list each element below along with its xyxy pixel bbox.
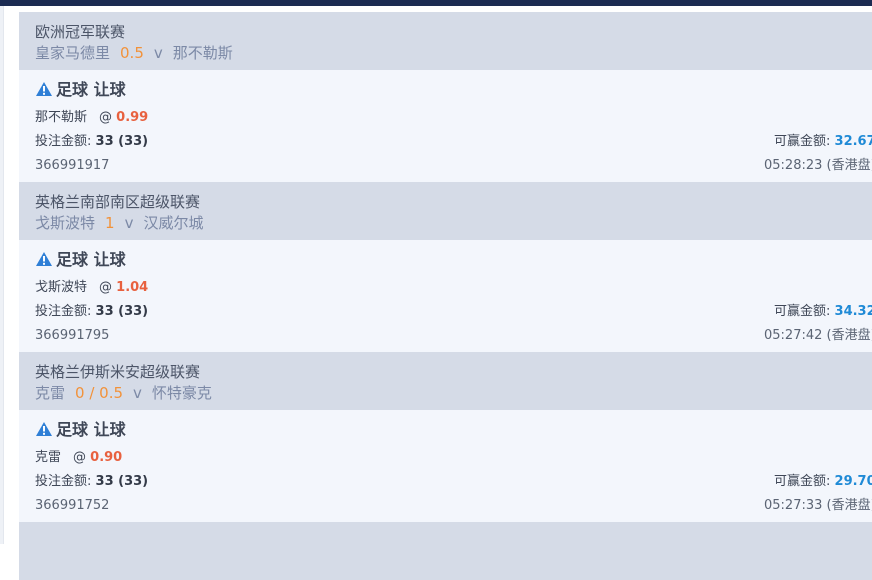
match-line: 戈斯波特 1 v 汉威尔城	[35, 212, 872, 234]
stake-line: 投注金额: 33 (33)	[35, 304, 148, 320]
stake-value: 33 (33)	[95, 134, 149, 149]
home-team: 皇家马德里	[35, 44, 111, 62]
warning-triangle-icon	[35, 81, 53, 97]
league-name: 英格兰南部南区超级联赛	[35, 193, 201, 211]
bet-id: 366991795	[35, 328, 110, 343]
home-team: 戈斯波特	[35, 214, 96, 232]
bet-id: 366991917	[35, 158, 110, 173]
versus-label: v	[153, 44, 163, 62]
bet-time: 05:28:23 (香港盘)	[764, 158, 872, 173]
handicap-value: 0.5	[120, 44, 144, 62]
selection-team: 克雷	[35, 450, 62, 465]
odds-value: 1.04	[116, 280, 149, 295]
handicap-value: 0 / 0.5	[75, 384, 124, 402]
stake-label: 投注金额:	[35, 304, 92, 319]
win-label: 可赢金额:	[774, 474, 831, 489]
bet-id: 366991752	[35, 498, 110, 513]
league-header: 英格兰伊斯米安超级联赛 克雷 0 / 0.5 v 怀特豪克	[19, 352, 872, 410]
league-name: 欧洲冠军联赛	[35, 23, 126, 41]
warning-triangle-icon	[35, 421, 53, 437]
market-title: 足球 让球	[35, 80, 126, 100]
win-label: 可赢金额:	[774, 134, 831, 149]
versus-label: v	[124, 214, 134, 232]
win-amount: 32.67	[834, 134, 872, 149]
versus-label: v	[133, 384, 142, 402]
stake-label: 投注金额:	[35, 474, 92, 489]
top-header-bar	[0, 0, 872, 6]
handicap-value: 1	[105, 214, 115, 232]
stake-value: 33 (33)	[95, 304, 149, 319]
market-title: 足球 让球	[35, 250, 126, 270]
selection-team: 那不勒斯	[35, 110, 88, 125]
at-symbol: @	[99, 280, 113, 295]
league-header: 英格兰南部南区超级联赛 戈斯波特 1 v 汉威尔城	[19, 182, 872, 240]
win-line: 可赢金额: 32.67	[774, 134, 872, 150]
away-team: 汉威尔城	[143, 214, 204, 232]
market-label: 足球 让球	[56, 420, 126, 439]
league-header: 欧洲冠军联赛 皇家马德里 0.5 v 那不勒斯	[19, 12, 872, 70]
market-label: 足球 让球	[56, 250, 126, 269]
win-line: 可赢金额: 29.70	[774, 474, 872, 490]
warning-triangle-icon	[35, 251, 53, 267]
bet-time: 05:27:42 (香港盘)	[764, 328, 872, 343]
odds-value: 0.99	[116, 110, 149, 125]
win-label: 可赢金额:	[774, 304, 831, 319]
at-symbol: @	[73, 450, 87, 465]
stake-label: 投注金额:	[35, 134, 92, 149]
bet-ticket: 足球 让球 戈斯波特 @ 1.04 投注金额: 33 (33) 366991795…	[19, 240, 872, 352]
selection-line: 那不勒斯 @ 0.99	[35, 110, 148, 126]
league-header-partial	[19, 522, 872, 580]
away-team: 怀特豪克	[151, 384, 212, 402]
win-line: 可赢金额: 34.32	[774, 304, 872, 320]
odds-value: 0.90	[90, 450, 123, 465]
selection-line: 戈斯波特 @ 1.04	[35, 280, 148, 296]
bet-ticket: 足球 让球 那不勒斯 @ 0.99 投注金额: 33 (33) 366991917…	[19, 70, 872, 182]
market-label: 足球 让球	[56, 80, 126, 99]
bet-ticket: 足球 让球 克雷 @ 0.90 投注金额: 33 (33) 366991752 可…	[19, 410, 872, 522]
league-name: 英格兰伊斯米安超级联赛	[35, 363, 201, 381]
left-scroll-edge	[0, 6, 4, 544]
selection-line: 克雷 @ 0.90	[35, 450, 122, 466]
stake-line: 投注金额: 33 (33)	[35, 474, 148, 490]
home-team: 克雷	[35, 384, 66, 402]
win-amount: 29.70	[834, 474, 872, 489]
bet-time: 05:27:33 (香港盘)	[764, 498, 872, 513]
stake-value: 33 (33)	[95, 474, 149, 489]
bet-list: 欧洲冠军联赛 皇家马德里 0.5 v 那不勒斯 足球 让球 那不勒斯 @ 0.99 投注…	[19, 12, 872, 580]
stake-line: 投注金额: 33 (33)	[35, 134, 148, 150]
market-title: 足球 让球	[35, 420, 126, 440]
selection-team: 戈斯波特	[35, 280, 88, 295]
at-symbol: @	[99, 110, 113, 125]
match-line: 克雷 0 / 0.5 v 怀特豪克	[35, 382, 872, 404]
match-line: 皇家马德里 0.5 v 那不勒斯	[35, 42, 872, 64]
win-amount: 34.32	[834, 304, 872, 319]
away-team: 那不勒斯	[172, 44, 233, 62]
